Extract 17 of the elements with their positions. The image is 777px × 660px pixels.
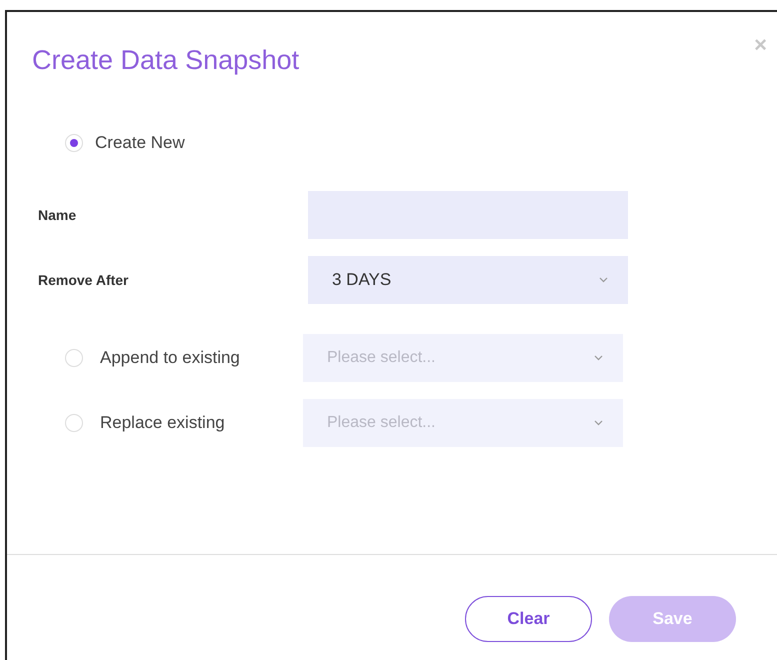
radio-button[interactable] <box>65 414 83 432</box>
radio-label: Replace existing <box>100 413 225 433</box>
clear-button[interactable]: Clear <box>465 596 592 642</box>
dialog-title: Create Data Snapshot <box>32 44 300 77</box>
select-dropdown[interactable]: Please select... <box>303 334 623 382</box>
radio-label: Create New <box>95 133 185 153</box>
close-icon[interactable]: × <box>754 34 767 56</box>
field-label: Remove After <box>37 272 130 288</box>
remove-after-dropdown[interactable]: 3 DAYS <box>308 256 628 304</box>
radio-button[interactable] <box>65 134 83 152</box>
radio-button[interactable] <box>65 349 83 367</box>
select-dropdown[interactable]: Please select... <box>303 399 623 447</box>
radio-label: Append to existing <box>100 348 240 368</box>
chevron-down-icon <box>594 420 603 426</box>
chevron-down-icon <box>599 277 608 283</box>
chevron-down-icon <box>594 355 603 361</box>
field-label: Name <box>37 207 78 223</box>
